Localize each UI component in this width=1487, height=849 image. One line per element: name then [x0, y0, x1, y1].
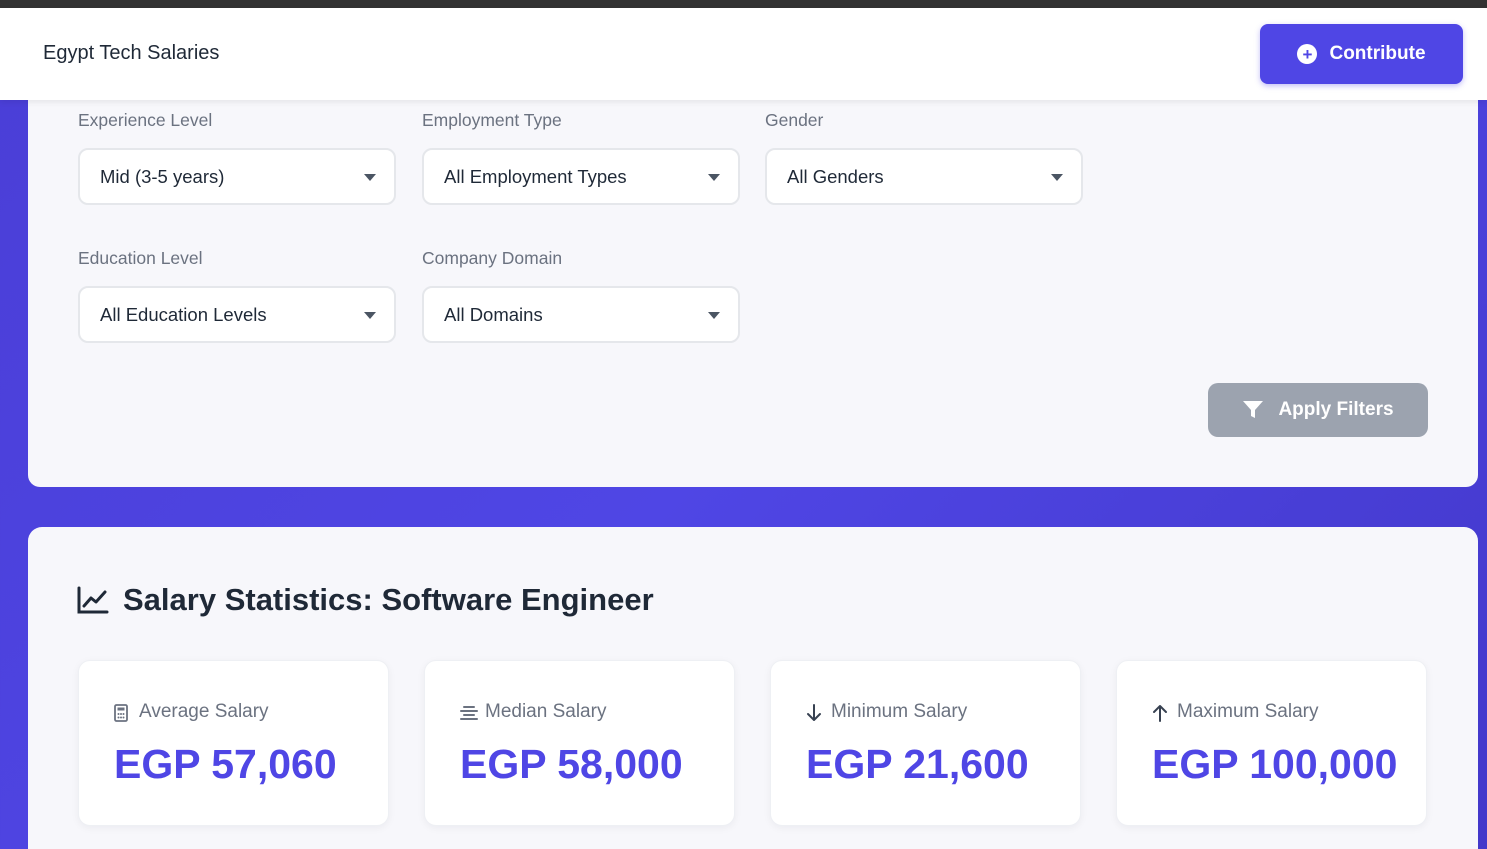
salary-statistics-panel: Salary Statistics: Software Engineer Ave… — [28, 527, 1478, 849]
employment-type-label: Employment Type — [422, 110, 562, 130]
filter-icon — [1243, 401, 1264, 418]
navbar: Egypt Tech Salaries + Contribute — [0, 8, 1487, 100]
arrow-up-icon — [1153, 705, 1167, 722]
line-chart-icon — [77, 586, 109, 614]
chevron-down-icon — [708, 312, 720, 319]
stat-label: Median Salary — [485, 701, 607, 722]
minimum-salary-card: Minimum Salary EGP 21,600 — [770, 660, 1081, 826]
stat-value: EGP 100,000 — [1152, 741, 1398, 787]
chevron-down-icon — [1051, 174, 1063, 181]
contribute-button[interactable]: + Contribute — [1260, 24, 1463, 84]
stat-label: Maximum Salary — [1177, 701, 1319, 722]
stats-title: Salary Statistics: Software Engineer — [123, 582, 654, 617]
employment-type-select[interactable]: All Employment Types — [422, 148, 740, 205]
align-center-icon — [460, 706, 478, 720]
chevron-down-icon — [364, 174, 376, 181]
top-strip — [0, 0, 1487, 8]
experience-level-label: Experience Level — [78, 110, 213, 130]
stat-label: Average Salary — [139, 701, 269, 722]
stat-label: Minimum Salary — [831, 701, 968, 722]
company-domain-value: All Domains — [444, 303, 543, 325]
median-salary-card: Median Salary EGP 58,000 — [424, 660, 735, 826]
education-level-value: All Education Levels — [100, 303, 267, 325]
plus-circle-icon: + — [1297, 44, 1318, 64]
stat-value: EGP 21,600 — [806, 741, 1029, 787]
experience-level-value: Mid (3-5 years) — [100, 165, 225, 187]
company-domain-label: Company Domain — [422, 248, 563, 268]
employment-type-value: All Employment Types — [444, 165, 627, 187]
experience-level-select[interactable]: Mid (3-5 years) — [78, 148, 396, 205]
education-level-label: Education Level — [78, 248, 203, 268]
chevron-down-icon — [708, 174, 720, 181]
calculator-icon — [114, 704, 128, 722]
apply-filters-label: Apply Filters — [1278, 399, 1394, 420]
arrow-down-icon — [807, 704, 821, 721]
gender-label: Gender — [765, 110, 824, 130]
average-salary-card: Average Salary EGP 57,060 — [78, 660, 389, 826]
contribute-label: Contribute — [1329, 43, 1426, 64]
brand-title[interactable]: Egypt Tech Salaries — [43, 42, 219, 65]
gender-value: All Genders — [787, 165, 884, 187]
apply-filters-button[interactable]: Apply Filters — [1208, 383, 1428, 437]
gender-select[interactable]: All Genders — [765, 148, 1083, 205]
chevron-down-icon — [364, 312, 376, 319]
stat-value: EGP 58,000 — [460, 741, 683, 787]
education-level-select[interactable]: All Education Levels — [78, 286, 396, 343]
maximum-salary-card: Maximum Salary EGP 100,000 — [1116, 660, 1427, 826]
stat-value: EGP 57,060 — [114, 741, 337, 787]
company-domain-select[interactable]: All Domains — [422, 286, 740, 343]
filters-panel: Experience Level Mid (3-5 years) Employm… — [28, 60, 1478, 487]
